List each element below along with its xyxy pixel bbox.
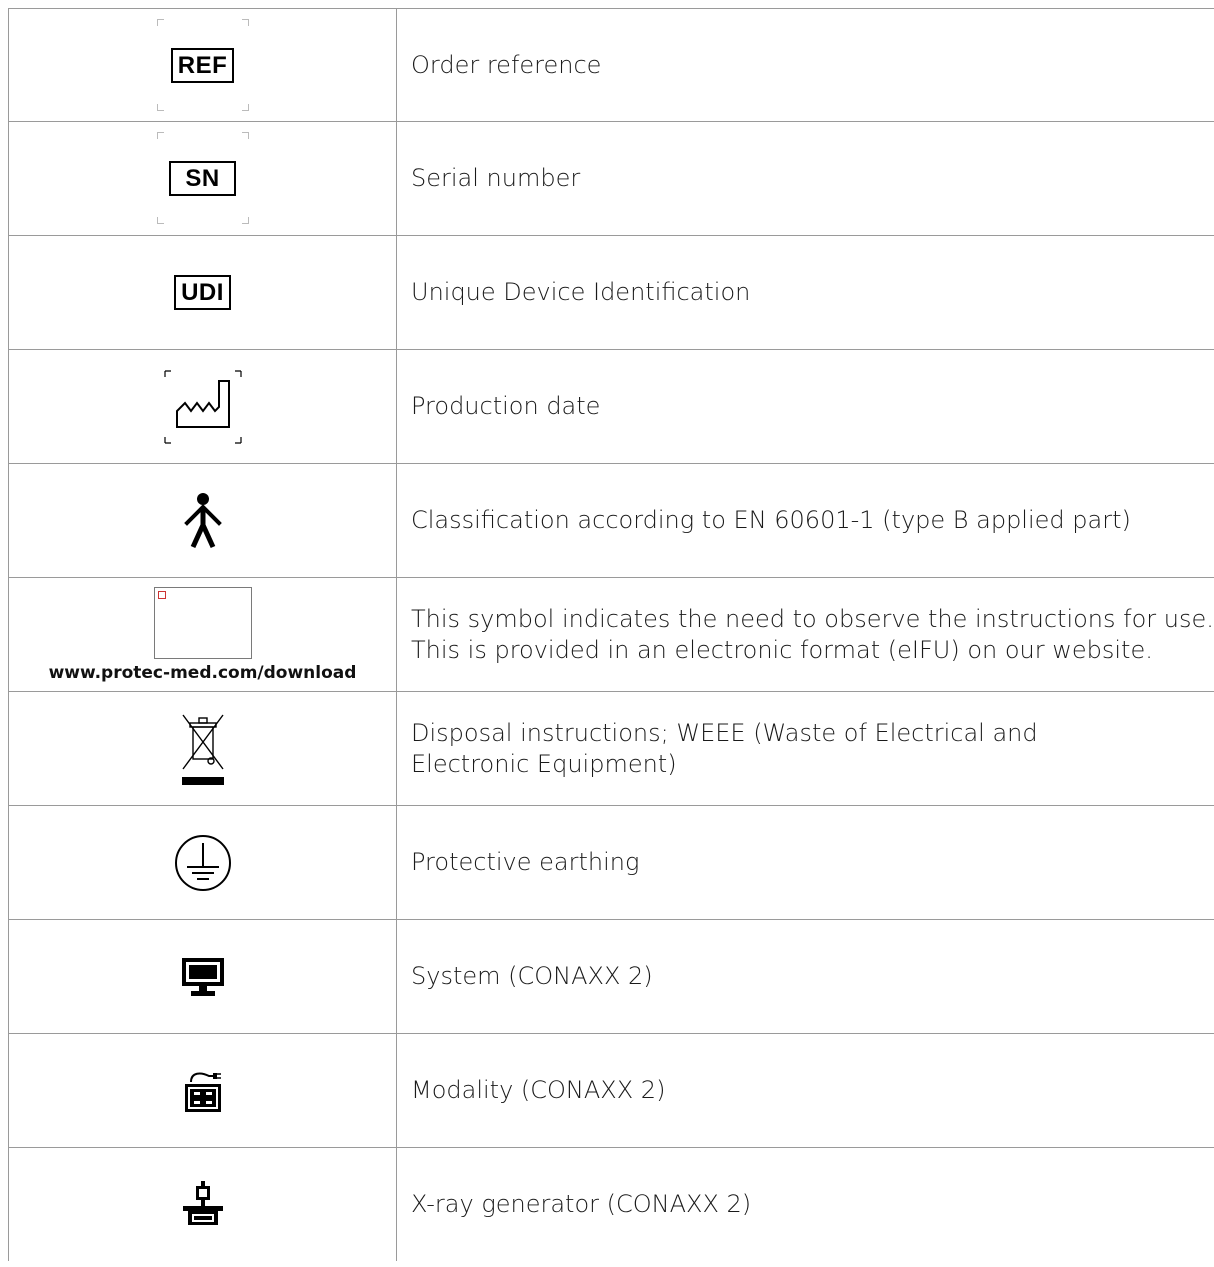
description-text: Serial number <box>411 164 581 192</box>
description-text: This symbol indicates the need to observ… <box>411 604 1214 633</box>
table-row: Production date <box>8 350 1214 464</box>
table-row: System (CONAXX 2) <box>8 920 1214 1034</box>
type-b-applied-part-icon <box>183 492 222 548</box>
protective-earth-icon <box>174 834 231 891</box>
xray-generator-icon <box>182 1180 223 1225</box>
description-text: System (CONAXX 2) <box>411 962 653 990</box>
description-text: Disposal instructions; WEEE (Waste of El… <box>411 718 1038 778</box>
table-row: Protective earthing <box>8 806 1214 920</box>
description-text: This is provided in an electronic format… <box>411 635 1153 664</box>
symbol-cell: UDI <box>8 236 397 349</box>
description-text: Modality (CONAXX 2) <box>411 1076 666 1104</box>
table-row: Modality (CONAXX 2) <box>8 1034 1214 1148</box>
symbol-cell <box>8 1148 397 1261</box>
description-cell: Unique Device Identification <box>397 236 1214 349</box>
table-row: Classification according to EN 60601-1 (… <box>8 464 1214 578</box>
table-row: www.protec-med.com/download This symbol … <box>8 578 1214 692</box>
description-cell: Protective earthing <box>397 806 1214 919</box>
symbol-cell <box>8 806 397 919</box>
symbol-cell: SN <box>8 122 397 235</box>
description-text: Production date <box>411 392 601 420</box>
description-cell: Production date <box>397 350 1214 463</box>
description-cell: Classification according to EN 60601-1 (… <box>397 464 1214 577</box>
table-row: UDI Unique Device Identification <box>8 236 1214 350</box>
description-cell: Modality (CONAXX 2) <box>397 1034 1214 1147</box>
symbol-cell <box>8 350 397 463</box>
symbol-cell <box>8 464 397 577</box>
production-date-icon <box>163 369 242 444</box>
description-cell: Order reference <box>397 9 1214 121</box>
description-cell: This symbol indicates the need to observ… <box>397 578 1214 691</box>
table-row: Disposal instructions; WEEE (Waste of El… <box>8 692 1214 806</box>
table-row: X-ray generator (CONAXX 2) <box>8 1148 1214 1261</box>
system-monitor-icon <box>181 957 224 996</box>
table-row: SN Serial number <box>8 122 1214 236</box>
weee-icon <box>181 714 224 785</box>
eifu-icon <box>153 586 252 659</box>
symbol-cell <box>8 920 397 1033</box>
description-text: X-ray generator (CONAXX 2) <box>411 1190 752 1218</box>
description-text: Protective earthing <box>411 848 640 876</box>
symbol-cell <box>8 1034 397 1147</box>
symbol-cell: www.protec-med.com/download <box>8 578 397 691</box>
table-row: REF Order reference <box>8 8 1214 122</box>
description-text: Order reference <box>411 50 602 79</box>
description-text: Classification according to EN 60601-1 (… <box>411 506 1131 534</box>
image-frame-corners <box>157 19 249 111</box>
description-cell: Serial number <box>397 122 1214 235</box>
symbols-table: REF Order reference SN Serial number UDI… <box>8 8 1214 1261</box>
eifu-url: www.protec-med.com/download <box>48 662 357 683</box>
symbol-cell <box>8 692 397 805</box>
description-cell: Disposal instructions; WEEE (Waste of El… <box>397 692 1214 805</box>
description-cell: X-ray generator (CONAXX 2) <box>397 1148 1214 1261</box>
description-cell: System (CONAXX 2) <box>397 920 1214 1033</box>
modality-icon <box>184 1072 221 1112</box>
image-frame-corners <box>157 132 249 224</box>
udi-symbol: UDI <box>174 275 231 310</box>
symbol-cell: REF <box>8 9 397 121</box>
broken-image-icon <box>157 590 166 599</box>
description-text: Unique Device Identification <box>411 278 751 306</box>
